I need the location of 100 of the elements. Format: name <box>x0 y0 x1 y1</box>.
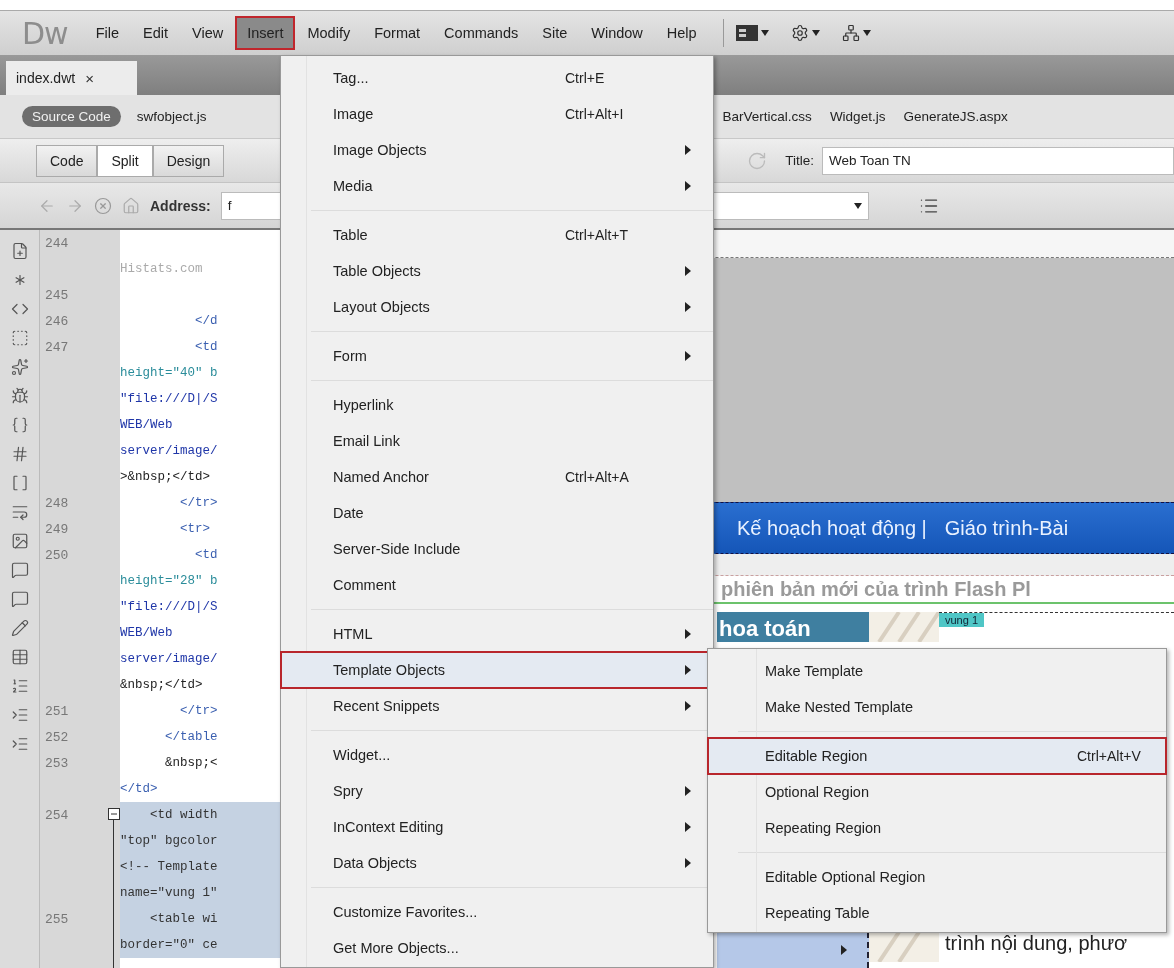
region-label: vung 1 <box>939 613 985 627</box>
bug-icon[interactable] <box>10 387 29 405</box>
related-file[interactable]: Source Code <box>22 106 121 127</box>
menu-item[interactable]: Format <box>364 18 431 48</box>
menu-item[interactable]: File <box>85 18 129 48</box>
menu-item[interactable]: Edit <box>133 18 178 48</box>
code-text: server/image/ <box>120 652 218 666</box>
comment-icon[interactable] <box>10 561 29 579</box>
address-label: Address: <box>150 197 211 214</box>
hatch-icon <box>869 612 939 642</box>
table-icon[interactable] <box>10 648 29 666</box>
sparkle-icon[interactable] <box>10 358 29 376</box>
menu-item[interactable]: Help <box>656 18 707 48</box>
menu-item[interactable]: View <box>182 18 234 48</box>
close-button[interactable]: × <box>85 69 94 87</box>
arrow-icon <box>841 945 847 955</box>
menu-item[interactable]: Commands <box>434 18 529 48</box>
code-text: &nbsp;< <box>164 756 218 770</box>
sitemap-icon[interactable] <box>841 24 860 42</box>
submenu-arrow-icon <box>685 302 691 312</box>
outdent-icon[interactable] <box>10 735 29 753</box>
submenu-arrow-icon <box>685 266 691 276</box>
caret-icon <box>853 202 862 209</box>
shortcut-text: Ctrl+Alt+V <box>1077 748 1141 764</box>
menu-item[interactable]: Named Anchor Ctrl+Alt+A <box>281 459 713 495</box>
nav-link[interactable]: Giáo trình-Bài <box>944 516 1069 540</box>
settings-icon[interactable] <box>790 24 809 42</box>
related-file[interactable]: BarVertical.css <box>722 106 812 127</box>
pencil-icon[interactable] <box>10 619 29 637</box>
braces-icon[interactable] <box>10 416 29 434</box>
code-text: WEB/Web <box>120 418 173 432</box>
brackets-icon[interactable] <box>10 474 29 492</box>
menu-item[interactable]: Email Link <box>281 423 713 459</box>
menu-item[interactable]: Tag... Ctrl+E <box>281 60 713 96</box>
related-file[interactable]: swfobject.js <box>136 106 207 127</box>
image-icon[interactable] <box>10 532 29 550</box>
related-file[interactable]: Widget.js <box>829 106 886 127</box>
square-icon[interactable] <box>10 329 29 347</box>
menu-item[interactable]: Insert <box>237 18 294 48</box>
menu-item[interactable]: Get More Objects... <box>281 930 713 966</box>
menu-item[interactable]: Window <box>581 18 653 48</box>
marquee-text: phiên bản mới của trình Flash Pl <box>721 577 1031 601</box>
document-tab[interactable]: index.dwt × <box>6 61 137 95</box>
code-text: "top" bgcolor <box>120 834 218 848</box>
menu-item[interactable]: Editable Region Ctrl+Alt+V <box>708 738 1166 774</box>
submenu-arrow-icon <box>685 629 691 639</box>
code-text: server/image/ <box>120 444 218 458</box>
fold-icon[interactable] <box>108 808 120 820</box>
menu-item[interactable]: Hyperlink <box>281 387 713 423</box>
menu-item[interactable]: HTML <box>281 616 713 652</box>
code-text: border="0" ce <box>120 938 218 952</box>
hash-icon[interactable] <box>10 445 29 463</box>
menu-item[interactable]: Repeating Table <box>708 895 1166 931</box>
shortcut-text: Ctrl+Alt+A <box>565 469 629 485</box>
line-number: 250 <box>45 547 69 563</box>
line-number: 255 <box>45 911 69 927</box>
caret-icon <box>862 30 871 36</box>
menu-item[interactable]: Table Ctrl+Alt+T <box>281 217 713 253</box>
code-text: "file:///D|/S <box>120 600 218 614</box>
list-icon[interactable] <box>10 677 29 695</box>
menu-item[interactable]: Image Ctrl+Alt+I <box>281 96 713 132</box>
menu-item[interactable]: Form <box>281 338 713 374</box>
view-button[interactable]: Split <box>97 144 153 177</box>
code-text: <td <box>194 548 218 562</box>
code-text: <td width <box>149 808 218 822</box>
code-text: </d <box>194 314 218 328</box>
code-text: <!-- Template <box>120 860 218 874</box>
file-icon[interactable] <box>10 242 29 260</box>
menu-item[interactable]: Modify <box>297 18 361 48</box>
menu-item[interactable]: Site <box>532 18 578 48</box>
layout-icon[interactable] <box>735 25 758 41</box>
line-number: 253 <box>45 755 69 771</box>
shortcut-text: Ctrl+Alt+T <box>565 227 628 243</box>
menu-item[interactable]: Media <box>281 168 713 204</box>
wrap-icon[interactable] <box>10 503 29 521</box>
menu-item[interactable]: Table Objects <box>281 253 713 289</box>
shortcut-text: Ctrl+E <box>565 70 605 86</box>
submenu-arrow-icon <box>685 858 691 868</box>
menu-item[interactable]: Server-Side Include <box>281 531 713 567</box>
indent-icon[interactable] <box>10 706 29 724</box>
submenu-arrow-icon <box>685 181 691 191</box>
related-file[interactable]: GenerateJS.aspx <box>903 106 1008 127</box>
title-label: Title: <box>785 153 815 168</box>
view-button[interactable]: Code <box>36 144 98 177</box>
sidebar-heading: hoa toán <box>717 612 869 642</box>
line-number: 247 <box>45 339 69 355</box>
comment-icon[interactable] <box>10 590 29 608</box>
menu-item[interactable]: Layout Objects <box>281 289 713 325</box>
submenu-arrow-icon <box>685 786 691 796</box>
menu-item[interactable]: Comment <box>281 567 713 603</box>
title-field[interactable]: Web Toan TN <box>822 146 1174 175</box>
line-number: 249 <box>45 521 69 537</box>
code-text: "file:///D|/S <box>120 392 218 406</box>
menu-item[interactable]: Date <box>281 495 713 531</box>
code-text: <tr> <box>179 522 210 536</box>
nav-link[interactable]: Kế hoạch hoạt động | <box>737 516 927 540</box>
submenu-arrow-icon <box>685 822 691 832</box>
menu-item[interactable]: Image Objects <box>281 132 713 168</box>
view-button[interactable]: Design <box>152 144 225 177</box>
caret-icon <box>811 30 820 36</box>
